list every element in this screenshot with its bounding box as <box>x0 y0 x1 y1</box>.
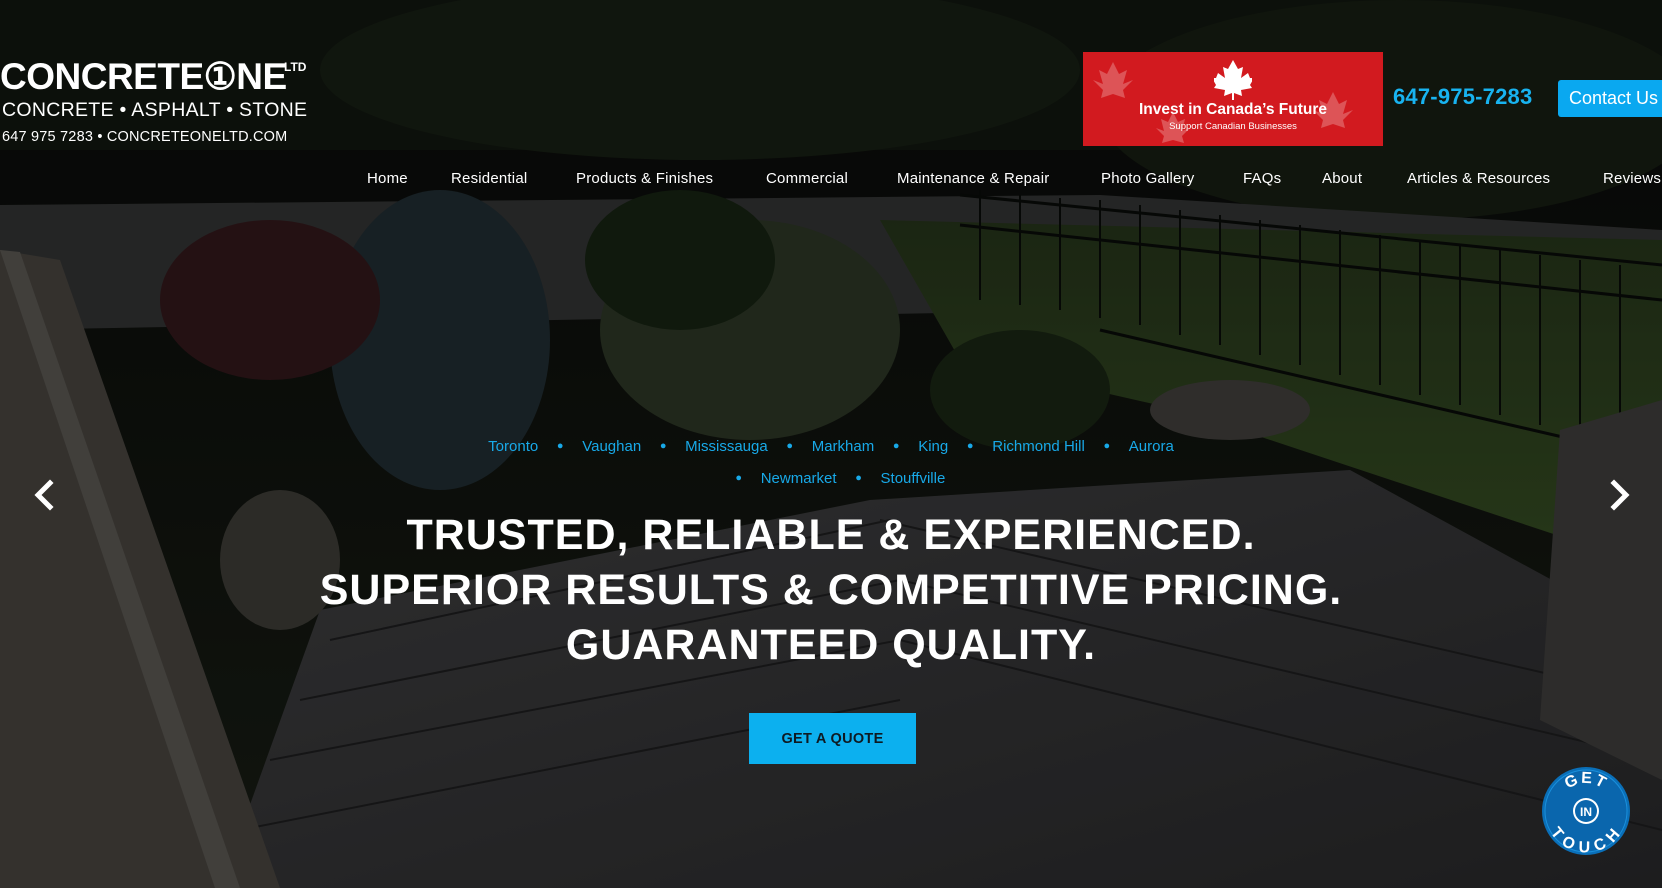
nav-item-reviews[interactable]: Reviews <box>1603 170 1661 187</box>
get-in-touch-badge[interactable]: GET IN TOUCH <box>1541 766 1631 856</box>
city-toronto[interactable]: Toronto <box>488 436 538 458</box>
bullet-separator: ● <box>966 440 974 452</box>
maple-leaf-icon <box>1214 60 1252 100</box>
nav-item-articles-resources[interactable]: Articles & Resources <box>1407 170 1550 187</box>
nav-item-products-finishes[interactable]: Products & Finishes <box>576 170 713 187</box>
city-vaughan[interactable]: Vaughan <box>582 436 641 458</box>
invest-in-canada-banner[interactable]: Invest in Canada’s Future Support Canadi… <box>1083 52 1383 146</box>
bullet-separator: ● <box>556 440 564 452</box>
contact-us-button[interactable]: Contact Us <box>1558 80 1662 117</box>
city-king[interactable]: King <box>918 436 948 458</box>
city-stouffville[interactable]: Stouffville <box>881 468 946 490</box>
banner-subtitle: Support Canadian Businesses <box>1169 121 1297 132</box>
get-a-quote-button[interactable]: GET A QUOTE <box>749 713 916 764</box>
nav-item-maintenance-repair[interactable]: Maintenance & Repair <box>897 170 1049 187</box>
nav-item-about[interactable]: About <box>1322 170 1362 187</box>
banner-title: Invest in Canada’s Future <box>1138 101 1328 118</box>
city-newmarket[interactable]: Newmarket <box>761 468 837 490</box>
bullet-separator: ● <box>892 440 900 452</box>
city-markham[interactable]: Markham <box>812 436 875 458</box>
nav-item-photo-gallery[interactable]: Photo Gallery <box>1101 170 1194 187</box>
main-nav: Home Residential Products & Finishes Com… <box>0 170 1662 192</box>
city-mississauga[interactable]: Mississauga <box>685 436 768 458</box>
logo-contact-line: 647 975 7283 • CONCRETEONELTD.COM <box>2 129 288 145</box>
logo-wordmark: CONCRETE①NE <box>0 56 287 97</box>
city-richmond-hill[interactable]: Richmond Hill <box>992 436 1085 458</box>
city-row-2: ● Newmarket ● Stouffville <box>0 467 1662 499</box>
nav-item-home[interactable]: Home <box>367 170 408 187</box>
chevron-right-icon[interactable] <box>1602 478 1636 512</box>
hero-slider: CONCRETE①NE LTD CONCRETE • ASPHALT • STO… <box>0 0 1662 888</box>
nav-item-residential[interactable]: Residential <box>451 170 527 187</box>
chevron-left-icon[interactable] <box>28 478 62 512</box>
bullet-separator: ● <box>735 472 743 484</box>
headline-line-2: SUPERIOR RESULTS & COMPETITIVE PRICING. <box>319 566 1343 614</box>
headline-line-3: GUARANTEED QUALITY. <box>565 621 1097 669</box>
nav-item-commercial[interactable]: Commercial <box>766 170 848 187</box>
headline-line-1: TRUSTED, RELIABLE & EXPERIENCED. <box>406 511 1256 559</box>
badge-text-middle: IN <box>1580 805 1592 819</box>
phone-link[interactable]: 647-975-7283 <box>1393 84 1532 110</box>
bullet-separator: ● <box>659 440 667 452</box>
bullet-separator: ● <box>1103 440 1111 452</box>
city-row-1: Toronto ● Vaughan ● Mississauga ● Markham ● King… <box>0 435 1662 467</box>
bullet-separator: ● <box>855 472 862 484</box>
logo-tagline: CONCRETE • ASPHALT • STONE <box>2 99 308 121</box>
bullet-separator: ● <box>786 440 794 452</box>
service-area-list: Toronto ● Vaughan ● Mississauga ● Markham ● King… <box>0 435 1662 499</box>
logo-ltd: LTD <box>284 60 307 74</box>
hero-headline: TRUSTED, RELIABLE & EXPERIENCED. SUPERIO… <box>0 508 1662 673</box>
nav-item-faqs[interactable]: FAQs <box>1243 170 1281 187</box>
city-aurora[interactable]: Aurora <box>1129 436 1174 458</box>
company-logo[interactable]: CONCRETE①NE LTD CONCRETE • ASPHALT • STO… <box>0 57 312 147</box>
